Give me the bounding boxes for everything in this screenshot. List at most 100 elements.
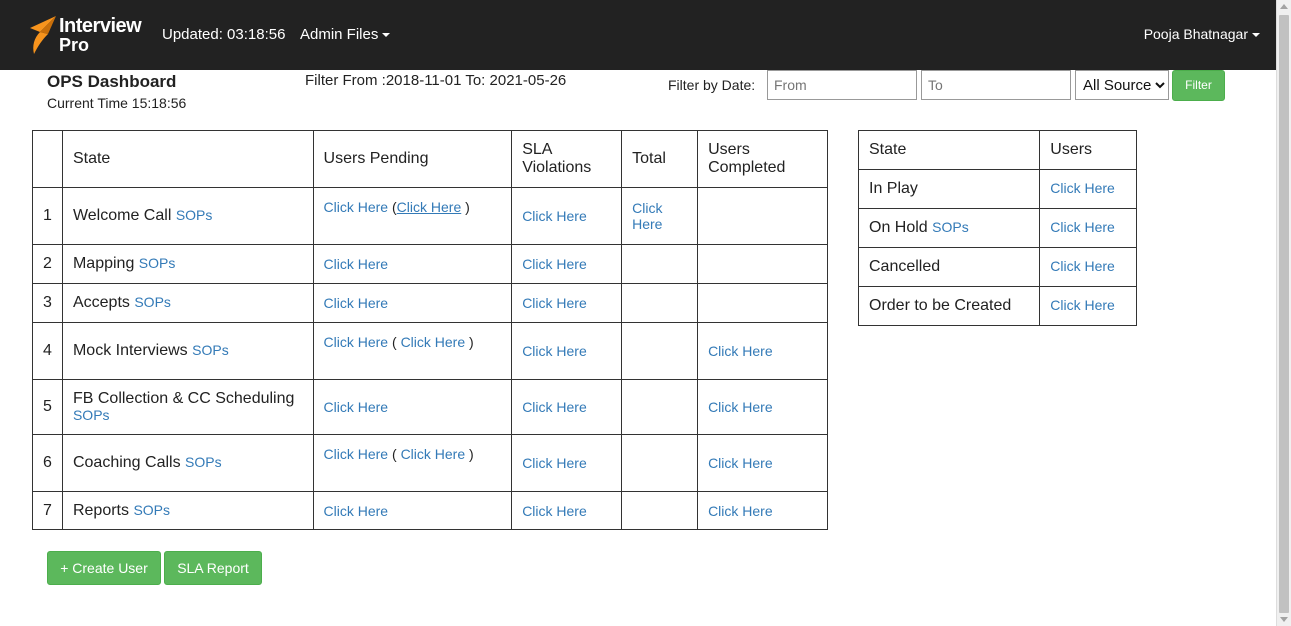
row-number: 7 bbox=[32, 491, 63, 530]
logo-text-line2: Pro bbox=[59, 35, 90, 55]
sla-violations-link[interactable]: Click Here bbox=[522, 399, 587, 415]
users-pending-cell: Click Here bbox=[312, 379, 513, 435]
users-pending-link[interactable]: Click Here bbox=[324, 295, 389, 311]
logo-icon bbox=[30, 16, 56, 54]
side-users-cell: Click Here bbox=[1039, 247, 1137, 287]
table-row: 7 Reports SOPs Click Here Click Here Cli… bbox=[32, 491, 828, 530]
scroll-up-arrow-icon[interactable] bbox=[1280, 4, 1288, 9]
total-cell bbox=[621, 244, 699, 284]
sops-link[interactable]: SOPs bbox=[176, 207, 213, 223]
table-row: 5 FB Collection & CC Scheduling SOPs Clic… bbox=[32, 379, 828, 435]
table-row: 2 Mapping SOPs Click Here Click Here bbox=[32, 244, 828, 284]
to-date-input[interactable] bbox=[921, 70, 1071, 100]
sla-violations-link[interactable]: Click Here bbox=[522, 343, 587, 359]
sla-violations-link[interactable]: Click Here bbox=[522, 208, 587, 224]
row-number: 3 bbox=[32, 283, 63, 323]
side-users-link[interactable]: Click Here bbox=[1050, 297, 1115, 313]
row-number: 5 bbox=[32, 379, 63, 435]
scroll-down-arrow-icon[interactable] bbox=[1280, 617, 1288, 622]
state-name: Accepts bbox=[72, 294, 130, 311]
users-pending-link[interactable]: Click Here bbox=[324, 446, 389, 462]
sla-violations-link[interactable]: Click Here bbox=[522, 503, 587, 519]
header-users-pending: Users Pending bbox=[312, 130, 513, 188]
close-paren: ) bbox=[469, 446, 474, 462]
table-row: 3 Accepts SOPs Click Here Click Here bbox=[32, 283, 828, 323]
users-completed-link[interactable]: Click Here bbox=[708, 343, 773, 359]
open-paren: ( bbox=[392, 446, 397, 462]
side-table-row: On Hold SOPs Click Here bbox=[857, 208, 1137, 248]
filter-by-date-label: Filter by Date: bbox=[668, 77, 756, 93]
scrollbar-thumb[interactable] bbox=[1279, 15, 1289, 613]
users-completed-cell bbox=[697, 244, 828, 284]
total-cell bbox=[621, 434, 699, 492]
state-name: Mapping bbox=[72, 255, 135, 272]
page-title: OPS Dashboard bbox=[47, 72, 177, 91]
sops-link[interactable]: SOPs bbox=[932, 219, 969, 235]
side-users-link[interactable]: Click Here bbox=[1050, 180, 1115, 196]
users-completed-cell: Click Here bbox=[697, 491, 828, 530]
caret-down-icon bbox=[1252, 33, 1260, 38]
users-pending-link[interactable]: Click Here bbox=[324, 334, 389, 350]
side-table-row: In Play Click Here bbox=[857, 169, 1137, 209]
side-users-link[interactable]: Click Here bbox=[1050, 258, 1115, 274]
users-pending-sub-link[interactable]: Click Here bbox=[397, 199, 462, 215]
row-number: 6 bbox=[32, 434, 63, 492]
vertical-scrollbar[interactable] bbox=[1276, 0, 1291, 626]
sops-link[interactable]: SOPs bbox=[185, 454, 222, 470]
side-table-header-row: State Users bbox=[857, 130, 1137, 170]
sla-violations-link[interactable]: Click Here bbox=[522, 455, 587, 471]
users-pending-link[interactable]: Click Here bbox=[324, 503, 389, 519]
total-cell bbox=[621, 283, 699, 323]
users-pending-sub-link[interactable]: Click Here bbox=[401, 334, 466, 350]
users-pending-cell: Click Here bbox=[312, 244, 513, 284]
sla-violations-link[interactable]: Click Here bbox=[522, 256, 587, 272]
close-paren: ) bbox=[469, 334, 474, 350]
users-completed-cell: Click Here bbox=[697, 379, 828, 435]
state-name: Reports bbox=[72, 501, 129, 519]
filter-range-text: Filter From :2018-11-01 To: 2021-05-26 bbox=[305, 72, 567, 89]
sops-link[interactable]: SOPs bbox=[73, 407, 110, 423]
users-pending-sub-link[interactable]: Click Here bbox=[401, 446, 466, 462]
side-users-cell: Click Here bbox=[1039, 208, 1137, 248]
sla-violations-link[interactable]: Click Here bbox=[522, 295, 587, 311]
side-header-state: State bbox=[857, 130, 1041, 170]
sops-link[interactable]: SOPs bbox=[192, 342, 229, 358]
total-cell bbox=[621, 491, 699, 530]
side-table-row: Order to be Created Click Here bbox=[857, 286, 1137, 326]
side-users-link[interactable]: Click Here bbox=[1050, 219, 1115, 235]
users-completed-cell bbox=[697, 187, 828, 245]
side-header-users: Users bbox=[1039, 130, 1137, 170]
user-menu-dropdown[interactable]: Pooja Bhatnagar bbox=[1144, 26, 1260, 42]
users-completed-link[interactable]: Click Here bbox=[708, 503, 773, 519]
side-state-cell: On Hold SOPs bbox=[857, 208, 1041, 248]
caret-down-icon bbox=[382, 33, 391, 38]
total-link[interactable]: Click Here bbox=[632, 200, 662, 232]
users-pending-link[interactable]: Click Here bbox=[324, 256, 389, 272]
users-pending-link[interactable]: Click Here bbox=[324, 199, 389, 215]
source-select[interactable]: All Sources bbox=[1075, 70, 1169, 100]
sops-link[interactable]: SOPs bbox=[134, 294, 171, 310]
open-paren: ( bbox=[392, 334, 397, 350]
sops-link[interactable]: SOPs bbox=[139, 255, 176, 271]
side-users-cell: Click Here bbox=[1039, 286, 1137, 326]
state-cell: Coaching Calls SOPs bbox=[61, 434, 314, 492]
sops-link[interactable]: SOPs bbox=[133, 502, 170, 518]
users-completed-link[interactable]: Click Here bbox=[708, 455, 773, 471]
filter-button[interactable]: Filter bbox=[1172, 70, 1225, 101]
header-index bbox=[32, 130, 63, 188]
users-pending-link[interactable]: Click Here bbox=[324, 399, 389, 415]
interview-pro-logo[interactable]: Interview Pro bbox=[26, 14, 156, 58]
sla-report-button[interactable]: SLA Report bbox=[164, 551, 262, 585]
admin-files-dropdown[interactable]: Admin Files bbox=[300, 26, 391, 43]
top-navbar: Interview Pro Updated: 03:18:56 Admin Fi… bbox=[0, 0, 1276, 70]
updated-time: Updated: 03:18:56 bbox=[162, 26, 286, 43]
sla-violations-cell: Click Here bbox=[511, 244, 623, 284]
users-completed-link[interactable]: Click Here bbox=[708, 399, 773, 415]
side-state-name: On Hold bbox=[869, 219, 928, 236]
side-table-row: Cancelled Click Here bbox=[857, 247, 1137, 287]
users-pending-cell: Click Here bbox=[312, 491, 513, 530]
from-date-input[interactable] bbox=[767, 70, 917, 100]
state-cell: Mock Interviews SOPs bbox=[61, 322, 314, 380]
create-user-button[interactable]: + Create User bbox=[47, 551, 161, 585]
side-state-name: Order to be Created bbox=[857, 286, 1041, 326]
